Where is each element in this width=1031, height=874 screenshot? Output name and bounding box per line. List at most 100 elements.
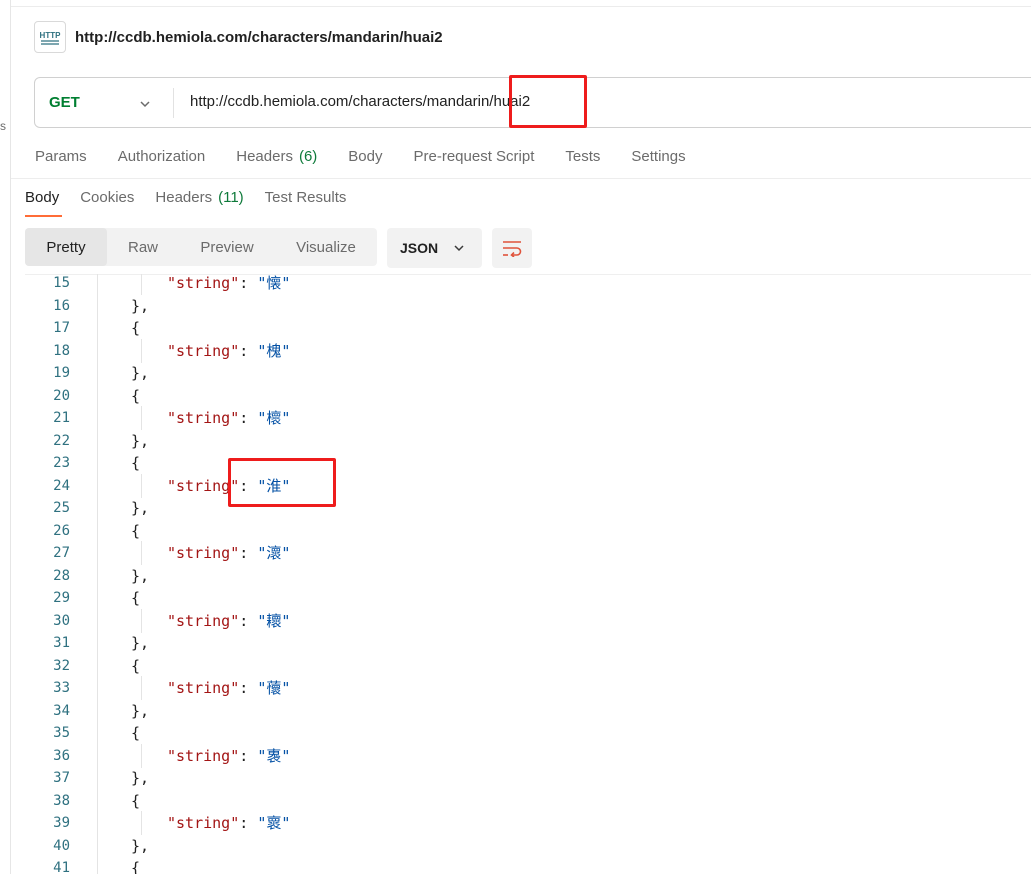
line-number: 19 <box>53 365 70 381</box>
json-bracket: }, <box>131 634 150 652</box>
gutter-divider <box>97 274 98 874</box>
tab-tests[interactable]: Tests <box>565 148 600 165</box>
json-pair: "string": "懐" <box>167 274 290 294</box>
request-header: HTTP http://ccdb.hemiola.com/characters/… <box>34 20 443 54</box>
indent-guide <box>141 473 142 498</box>
indent-guide <box>141 676 142 700</box>
json-bracket: { <box>131 656 141 675</box>
json-bracket: { <box>131 859 141 874</box>
json-value: "懐" <box>257 274 291 292</box>
response-tabs: Body Cookies Headers (11) Test Results <box>25 189 367 206</box>
tab-body[interactable]: Body <box>348 148 382 165</box>
view-raw-button[interactable]: Raw <box>107 228 179 266</box>
line-number: 16 <box>53 297 70 314</box>
wrap-lines-button[interactable] <box>492 228 532 268</box>
line-number: 31 <box>53 635 70 651</box>
response-body-editor[interactable]: 15 "string": "懐" 16}, 17 {18 "string": "槐" 19}… <box>11 274 1031 874</box>
json-pair: "string": "櫰" <box>167 407 290 429</box>
line-number: 30 <box>53 612 70 629</box>
line-number: 37 <box>53 770 70 786</box>
line-number: 36 <box>53 747 70 764</box>
json-key: "string" <box>167 341 240 360</box>
view-pretty-button[interactable]: Pretty <box>25 228 107 266</box>
response-tab-headers[interactable]: Headers (11) <box>155 189 243 206</box>
json-value: "耲" <box>257 611 291 630</box>
url-input[interactable]: http://ccdb.hemiola.com/characters/manda… <box>190 93 530 110</box>
line-number: 29 <box>53 590 70 606</box>
json-bracket: { <box>131 386 141 405</box>
json-colon: : <box>239 409 258 427</box>
response-tab-headers-label: Headers <box>155 189 213 206</box>
tab-authorization[interactable]: Authorization <box>118 148 206 165</box>
section-divider <box>11 178 1031 179</box>
json-bracket: }, <box>131 364 150 382</box>
indent-guide <box>141 406 142 430</box>
tab-settings[interactable]: Settings <box>631 148 685 165</box>
active-tab-indicator <box>25 215 62 217</box>
top-divider <box>11 6 1031 7</box>
view-visualize-button[interactable]: Visualize <box>275 228 377 266</box>
json-value: "瀤" <box>257 544 291 562</box>
view-preview-button[interactable]: Preview <box>179 228 275 266</box>
response-tab-cookies[interactable]: Cookies <box>80 189 134 206</box>
json-pair: "string": "耲" <box>167 610 290 632</box>
line-number: 38 <box>53 792 70 809</box>
line-number: 34 <box>53 702 70 719</box>
line-number: 23 <box>53 455 70 471</box>
line-number: 41 <box>53 860 70 874</box>
chevron-down-icon[interactable] <box>137 96 153 112</box>
response-tab-body[interactable]: Body <box>25 189 59 206</box>
json-value: "蘹" <box>257 679 291 697</box>
json-value: "褢" <box>257 746 291 765</box>
line-number: 15 <box>53 275 70 291</box>
json-colon: : <box>239 679 258 697</box>
json-key: "string" <box>167 544 240 562</box>
line-number: 21 <box>53 410 70 426</box>
tab-params[interactable]: Params <box>35 148 87 165</box>
json-key: "string" <box>167 611 240 630</box>
json-pair: "string": "瀤" <box>167 542 290 564</box>
line-number: 33 <box>53 680 70 696</box>
json-bracket: }, <box>131 499 150 517</box>
response-headers-count: (11) <box>218 189 244 206</box>
json-bracket: { <box>131 521 141 540</box>
json-colon: : <box>239 341 258 360</box>
tab-prerequest-script[interactable]: Pre-request Script <box>414 148 535 165</box>
highlight-box-url <box>509 75 587 128</box>
chevron-down-icon <box>454 245 464 252</box>
highlight-box-value <box>228 458 336 507</box>
line-number: 24 <box>53 477 70 494</box>
json-bracket: }, <box>131 566 150 585</box>
format-select[interactable]: JSON <box>387 228 482 268</box>
headers-count: (6) <box>298 148 318 165</box>
line-number: 35 <box>53 725 70 741</box>
json-bracket: }, <box>131 431 150 450</box>
json-value: "櫰" <box>257 409 291 427</box>
json-key: "string" <box>167 274 240 292</box>
json-key: "string" <box>167 746 240 765</box>
request-title[interactable]: http://ccdb.hemiola.com/characters/manda… <box>75 29 443 46</box>
json-colon: : <box>239 746 258 765</box>
json-value: "槐" <box>257 341 291 360</box>
json-bracket: }, <box>131 701 150 720</box>
tab-headers-label: Headers <box>236 148 293 165</box>
line-number: 17 <box>53 320 70 336</box>
json-key: "string" <box>167 679 240 697</box>
line-number: 25 <box>53 500 70 516</box>
json-bracket: { <box>131 589 141 607</box>
json-pair: "string": "蘹" <box>167 677 290 699</box>
json-bracket: }, <box>131 836 150 855</box>
json-bracket: }, <box>131 296 150 315</box>
json-bracket: { <box>131 454 141 472</box>
view-mode-toggle: Pretty Raw Preview Visualize <box>25 228 377 266</box>
json-colon: : <box>239 274 258 292</box>
method-select[interactable]: GET <box>49 94 80 111</box>
line-number: 40 <box>53 837 70 854</box>
json-colon: : <box>239 611 258 630</box>
tab-headers[interactable]: Headers (6) <box>236 148 317 165</box>
indent-guide <box>141 541 142 565</box>
response-tab-test-results[interactable]: Test Results <box>265 189 347 206</box>
json-pair: "string": "槐" <box>167 340 290 362</box>
line-number: 20 <box>53 387 70 404</box>
json-bracket: }, <box>131 769 150 787</box>
